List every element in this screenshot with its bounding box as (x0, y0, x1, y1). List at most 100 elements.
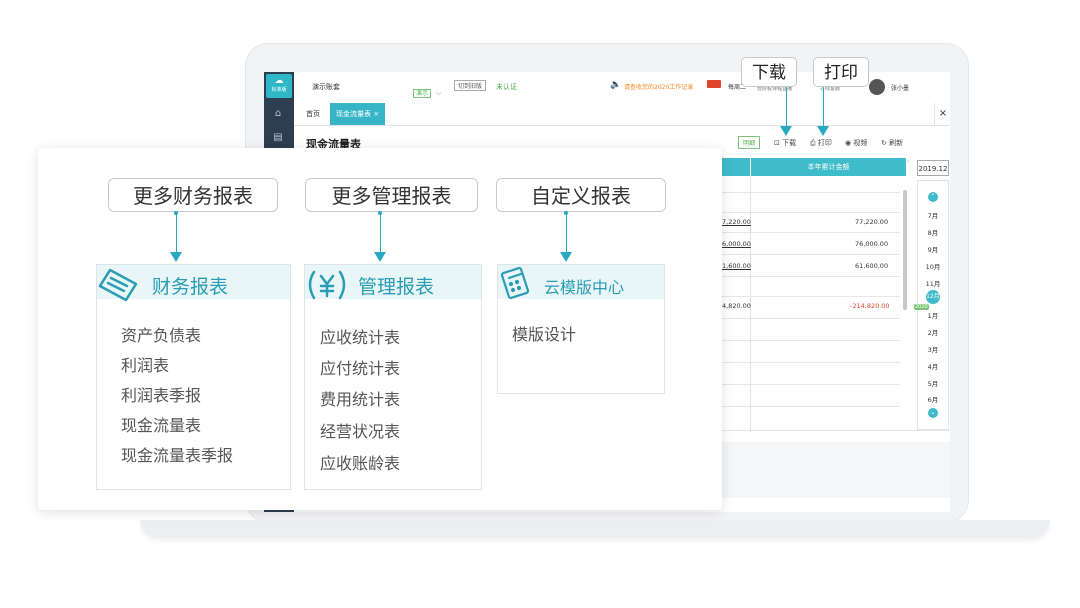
table-cell: 61,600.00 (855, 262, 889, 270)
report-link-cash-flow[interactable]: 现金流量表 (121, 412, 201, 436)
play-icon: ◉ (845, 139, 852, 147)
print-label: 打印 (817, 139, 832, 147)
new-badge-icon (707, 80, 721, 88)
pointer-arrow (374, 252, 386, 262)
report-link-expense[interactable]: 费用统计表 (320, 386, 400, 410)
month-item[interactable]: 8月 (918, 227, 948, 237)
table-cell[interactable]: 7,220.00 (722, 218, 751, 226)
row-divider (722, 254, 900, 255)
video-label: 视频 (853, 139, 868, 147)
month-item[interactable]: 1月 (918, 310, 948, 320)
report-link-aging[interactable]: 应收账龄表 (320, 450, 400, 474)
username[interactable]: 张小墨 (891, 83, 909, 92)
print-pointer-line (823, 87, 824, 127)
month-item[interactable]: 11月 (918, 278, 948, 288)
download-callout: 下载 (741, 57, 797, 87)
home-icon[interactable]: ⌂ (270, 108, 286, 122)
tab-bar (294, 103, 950, 126)
month-item[interactable]: 9月 (918, 244, 948, 254)
row-divider (722, 406, 900, 407)
close-icon[interactable]: × (934, 103, 951, 125)
report-link-receivable[interactable]: 应收统计表 (320, 324, 400, 348)
avatar[interactable] (869, 79, 885, 95)
cloud-upload-icon: ☁ (274, 76, 284, 86)
table-scrollbar[interactable] (903, 190, 907, 310)
print-pointer-arrow (817, 126, 829, 136)
report-link-cash-flow-quarterly[interactable]: 现金流量表季报 (121, 442, 233, 466)
speaker-icon: 🔈 (610, 80, 622, 90)
download-pointer-arrow (780, 126, 792, 136)
table-cell: 4,820.00 (722, 302, 751, 310)
report-link-payable[interactable]: 应付统计表 (320, 355, 400, 379)
month-item[interactable]: 5月 (918, 378, 948, 388)
pointer-line (566, 213, 567, 253)
more-management-reports-pill[interactable]: 更多管理报表 (305, 178, 478, 212)
download-icon: ⊡ (774, 139, 780, 147)
switch-old-version-button[interactable]: 切到旧版 (454, 80, 487, 91)
scroll-right-icon[interactable]: › (907, 158, 915, 176)
voucher-icon[interactable]: ▤ (270, 132, 286, 146)
refresh-button[interactable]: ↻ 刷新 (881, 138, 903, 148)
row-divider (722, 212, 900, 213)
report-link-income[interactable]: 利润表 (121, 352, 169, 376)
custom-reports-pill[interactable]: 自定义报表 (496, 178, 666, 212)
download-pointer-line (786, 87, 787, 127)
month-item[interactable]: 7月 (918, 210, 948, 220)
chevron-down-icon: ⌵ (436, 89, 442, 97)
row-divider (722, 362, 900, 363)
row-divider (722, 318, 900, 319)
account-selector[interactable]: 演示 ⌵ (413, 80, 441, 99)
table-cell: 76,000.00 (855, 240, 889, 248)
tab-cash-flow[interactable]: 现金流量表 × (330, 103, 386, 125)
pointer-line (380, 213, 381, 253)
print-callout: 打印 (813, 57, 869, 87)
app-logo[interactable]: ☁ 标准版 (266, 74, 292, 98)
card-title: 财务报表 (152, 276, 229, 298)
month-item-selected[interactable]: 12月 (926, 290, 940, 304)
chevron-up-icon[interactable]: ⌃ (928, 192, 938, 202)
laptop-base (140, 520, 1050, 538)
pointer-line (176, 213, 177, 253)
download-button[interactable]: ⊡ 下载 (774, 138, 796, 148)
detail-toggle[interactable]: 明细 (738, 136, 761, 149)
month-item[interactable]: 3月 (918, 344, 948, 354)
month-item[interactable]: 10月 (918, 261, 948, 271)
card-title: 管理报表 (358, 276, 435, 298)
row-divider (722, 430, 950, 431)
pointer-arrow (170, 252, 182, 262)
print-button[interactable]: ⎙ 打印 (810, 138, 832, 148)
month-item[interactable]: 2月 (918, 327, 948, 337)
column-header-ytd: 本年累计金额 (751, 158, 906, 176)
month-item[interactable]: 6月 (918, 394, 948, 404)
table-cell-negative: -214,820.00 (850, 302, 890, 310)
printer-icon: ⎙ (810, 139, 816, 147)
report-link-balance-sheet[interactable]: 资产负债表 (121, 322, 201, 346)
table-cell[interactable]: 6,000.00 (722, 240, 751, 248)
report-link-operations[interactable]: 经营状况表 (320, 418, 400, 442)
more-financial-reports-pill[interactable]: 更多财务报表 (108, 178, 278, 212)
month-item[interactable]: 4月 (918, 361, 948, 371)
download-label: 下载 (782, 139, 797, 147)
refresh-icon: ↻ (881, 139, 887, 147)
table-cell: 77,220.00 (855, 218, 889, 226)
tab-home[interactable]: 首页 (306, 109, 320, 119)
cert-status[interactable]: 未认证 (496, 82, 517, 92)
template-design-link[interactable]: 模版设计 (512, 321, 576, 345)
table-cell[interactable]: 1,600.00 (722, 262, 751, 270)
calculator-icon (500, 266, 530, 300)
row-divider (722, 276, 900, 277)
column-header-left (722, 158, 750, 176)
video-button[interactable]: ◉ 视频 (845, 138, 867, 148)
yen-tag-icon (308, 270, 346, 300)
chevron-down-icon[interactable]: ⌄ (928, 408, 938, 418)
account-name: 演示账套 (312, 83, 340, 91)
row-divider (722, 384, 900, 385)
pointer-arrow (560, 252, 572, 262)
row-divider (722, 232, 900, 233)
notice-link[interactable]: 请查收您的2020工作记录 (624, 82, 693, 91)
logo-label: 标准版 (271, 87, 287, 93)
card-title: 云模版中心 (544, 278, 625, 297)
row-divider (722, 296, 900, 297)
report-link-income-quarterly[interactable]: 利润表季报 (121, 382, 201, 406)
period-select[interactable]: 2019.12 (917, 160, 949, 176)
